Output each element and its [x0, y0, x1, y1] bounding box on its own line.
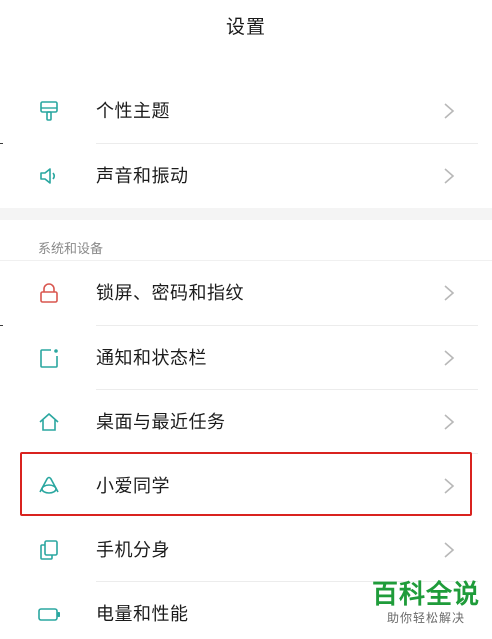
watermark-logo: 百科全说 助你轻松解决 [366, 580, 486, 636]
notification-icon [36, 345, 62, 371]
settings-row-label: 电量和性能 [96, 604, 189, 625]
settings-row-sound[interactable]: 声音和振动 [0, 144, 492, 208]
settings-row-label: 通知和状态栏 [96, 348, 207, 369]
settings-row-dual[interactable]: 手机分身 [0, 518, 492, 582]
settings-row-lock[interactable]: 锁屏、密码和指纹 [0, 261, 492, 325]
settings-row-home[interactable]: 桌面与最近任务 [0, 390, 492, 454]
lock-icon [36, 280, 62, 306]
chevron-right-icon [442, 476, 456, 496]
watermark-slogan: 助你轻松解决 [386, 611, 465, 625]
settings-row-label: 小爱同学 [96, 476, 170, 497]
chevron-right-icon [442, 283, 456, 303]
battery-icon [36, 601, 62, 627]
watermark-brand: 百科全说 [371, 580, 480, 610]
speaker-icon [36, 163, 62, 189]
top-bar: 设置 [0, 0, 492, 56]
chevron-right-icon [442, 540, 456, 560]
xiaoai-icon [36, 473, 62, 499]
chevron-right-icon [442, 166, 456, 186]
settings-row-notification[interactable]: 通知和状态栏 [0, 326, 492, 390]
settings-row-label: 桌面与最近任务 [96, 412, 226, 433]
settings-row-label: 锁屏、密码和指纹 [96, 283, 244, 304]
section-gap [0, 208, 492, 220]
chevron-right-icon [442, 412, 456, 432]
settings-row-xiaoai[interactable]: 小爱同学 [0, 454, 492, 518]
settings-screen: 全屏 设置 个性主题 声音和振动 [0, 0, 492, 639]
chevron-right-icon [442, 348, 456, 368]
chevron-right-icon [442, 101, 456, 121]
settings-row-label: 手机分身 [96, 540, 170, 561]
dual-phone-icon [36, 537, 62, 563]
settings-row-theme[interactable]: 个性主题 [0, 79, 492, 143]
settings-row-label: 个性主题 [96, 101, 170, 122]
theme-icon [36, 98, 62, 124]
page-title: 设置 [225, 16, 266, 38]
settings-row-label: 声音和振动 [96, 166, 189, 187]
section-title: 系统和设备 [38, 242, 104, 257]
home-icon [36, 409, 62, 435]
